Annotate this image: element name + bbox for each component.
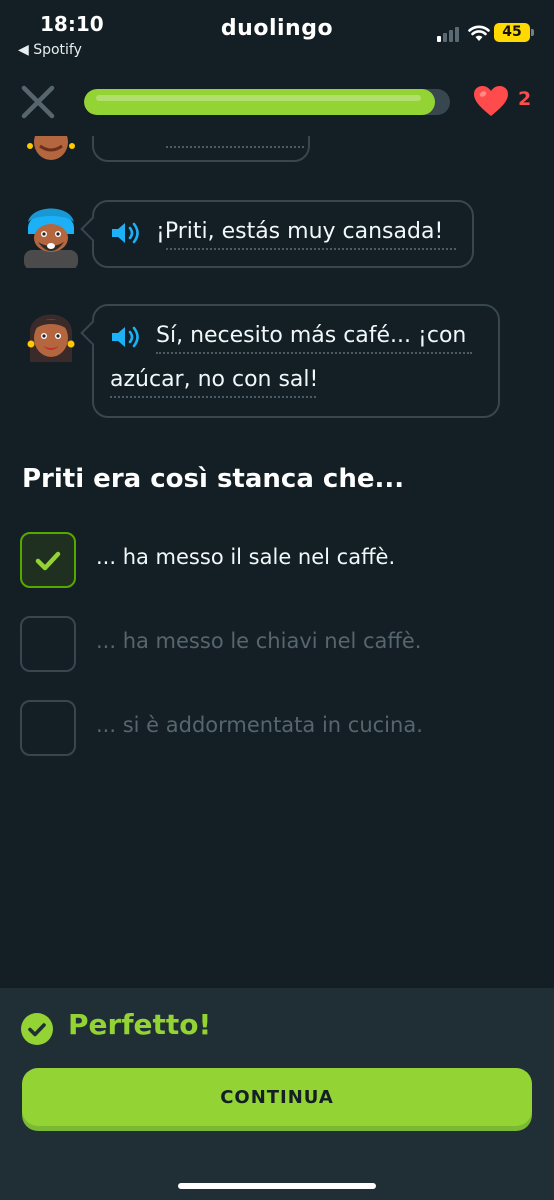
checkbox[interactable] [20,616,76,672]
speaker-icon[interactable] [110,220,144,246]
lesson-progress-fill [84,89,436,115]
hearts-count: 2 [518,88,532,110]
chat-bubble: Sí, necesito más café... ¡con azúcar, no… [80,304,500,418]
check-circle-icon [21,1013,53,1045]
answer-option-label: ... ha messo le chiavi nel caffè. [96,629,422,653]
priti-avatar [27,136,75,160]
battery-level: 45 [502,24,522,40]
check-icon [35,551,61,571]
heart-icon[interactable] [472,84,510,118]
continue-button[interactable]: CONTINUA [22,1068,532,1126]
checkbox-checked[interactable] [20,532,76,588]
answer-option-label: ... ha messo il sale nel caffè. [96,545,396,569]
back-to-app-link[interactable]: ◀ Spotify [18,42,82,58]
conversation: ¡Priti, estás muy cansada! Sí, necesito … [0,136,554,426]
feedback-panel: Perfetto! CONTINUA [0,988,554,1200]
answer-option-1[interactable]: ... ha messo il sale nel caffè. [20,532,540,592]
lesson-progress-bar [84,89,450,115]
speaker-icon[interactable] [110,324,144,350]
status-bar: 18:10 ◀ Spotify duolingo 45 [0,0,554,70]
result-message: Perfetto! [68,1008,212,1041]
chat-bubble: ¡Priti, estás muy cansada! [80,200,474,268]
answer-option-3[interactable]: ... si è addormentata in cucina. [20,700,540,760]
chat-bubble-previous [92,136,310,162]
home-indicator[interactable] [178,1183,376,1189]
cellular-signal-icon [437,26,463,42]
answer-option-label: ... si è addormentata in cucina. [96,713,423,737]
priti-avatar [27,314,75,362]
answer-option-2[interactable]: ... ha messo le chiavi nel caffè. [20,616,540,676]
wifi-icon [468,25,490,41]
checkbox[interactable] [20,700,76,756]
character-avatar [24,208,78,268]
close-icon[interactable] [18,82,58,122]
battery-indicator: 45 [494,23,534,42]
question-prompt: Priti era così stanca che... [22,464,405,494]
